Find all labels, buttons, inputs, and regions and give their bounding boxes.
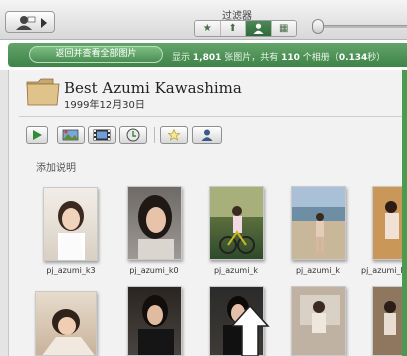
mouse-cursor-icon <box>232 306 270 356</box>
album-date: 1999年12月30日 <box>64 100 145 111</box>
divider <box>19 116 407 117</box>
photo-thumbnail[interactable] <box>127 286 182 356</box>
photo-thumbnail[interactable] <box>43 187 98 261</box>
thumbnail-label: pj_azumi_k <box>213 266 259 275</box>
photo-thumbnail[interactable] <box>291 286 346 356</box>
person-icon <box>253 23 264 34</box>
movie-button[interactable] <box>88 126 116 144</box>
add-photo-button[interactable] <box>57 126 85 144</box>
photo-image <box>292 287 345 355</box>
slider-knob[interactable] <box>312 19 324 34</box>
play-icon <box>33 130 42 140</box>
return-view-all-button[interactable]: 返回并查看全部图片 <box>29 46 163 63</box>
people-nav-button[interactable] <box>5 11 55 33</box>
photo-count: 1,801 <box>192 53 222 63</box>
album-count: 110 <box>281 53 300 63</box>
play-arrow-icon <box>41 18 47 28</box>
photo-thumbnail[interactable] <box>291 186 346 260</box>
thumbnail-label: pj_azumi_k <box>361 266 406 275</box>
add-description-link[interactable]: 添加说明 <box>36 159 76 174</box>
photo-thumbnail[interactable] <box>127 186 182 260</box>
photo-image <box>138 295 174 355</box>
globe-icon <box>126 128 140 142</box>
star-icon: ★ <box>202 23 212 34</box>
slideshow-button[interactable] <box>26 126 48 144</box>
film-icon <box>93 129 111 141</box>
film-filter-button[interactable]: ▦ <box>271 21 296 36</box>
photo-image <box>292 187 345 259</box>
image-add-icon <box>62 129 79 141</box>
photo-image <box>58 201 85 260</box>
star-icon <box>168 129 180 141</box>
photo-image <box>42 309 95 355</box>
share-button[interactable] <box>119 126 147 144</box>
people-filter-button[interactable] <box>246 21 272 36</box>
toolbar-divider <box>154 127 155 143</box>
film-icon: ▦ <box>279 23 289 34</box>
person-icon <box>201 129 213 141</box>
status-banner: 返回并查看全部图片 显示 1,801 张图片，共有 110 个相册（0.134秒… <box>0 40 407 70</box>
filter-button-group: ★ ⬆ ▦ <box>194 20 297 37</box>
status-text: 显示 1,801 张图片，共有 110 个相册（0.134秒） <box>172 53 386 63</box>
star-filter-button[interactable]: ★ <box>195 21 221 36</box>
zoom-slider[interactable] <box>312 19 407 35</box>
upload-filter-button[interactable]: ⬆ <box>220 21 246 36</box>
person-icon <box>16 16 36 30</box>
thumbnail-label: pj_azumi_k <box>295 266 341 275</box>
thumbnail-label: pj_azumi_k0 <box>129 266 179 275</box>
photo-image <box>210 187 263 254</box>
photo-thumbnail[interactable] <box>35 291 97 356</box>
album-title[interactable]: Best Azumi Kawashima <box>64 79 242 97</box>
top-toolbar: 过滤器 ★ ⬆ ▦ <box>0 0 407 40</box>
favorite-button[interactable] <box>160 126 188 144</box>
elapsed-seconds: 0.134 <box>338 53 368 63</box>
upload-icon: ⬆ <box>228 23 237 34</box>
thumbnail-label: pj_azumi_k3 <box>46 266 96 275</box>
people-tag-button[interactable] <box>192 126 222 144</box>
right-scroll-edge[interactable] <box>402 70 407 356</box>
photo-thumbnail[interactable] <box>209 186 264 260</box>
photo-image <box>138 195 174 259</box>
slider-track[interactable] <box>324 25 407 28</box>
folder-icon <box>26 78 60 106</box>
